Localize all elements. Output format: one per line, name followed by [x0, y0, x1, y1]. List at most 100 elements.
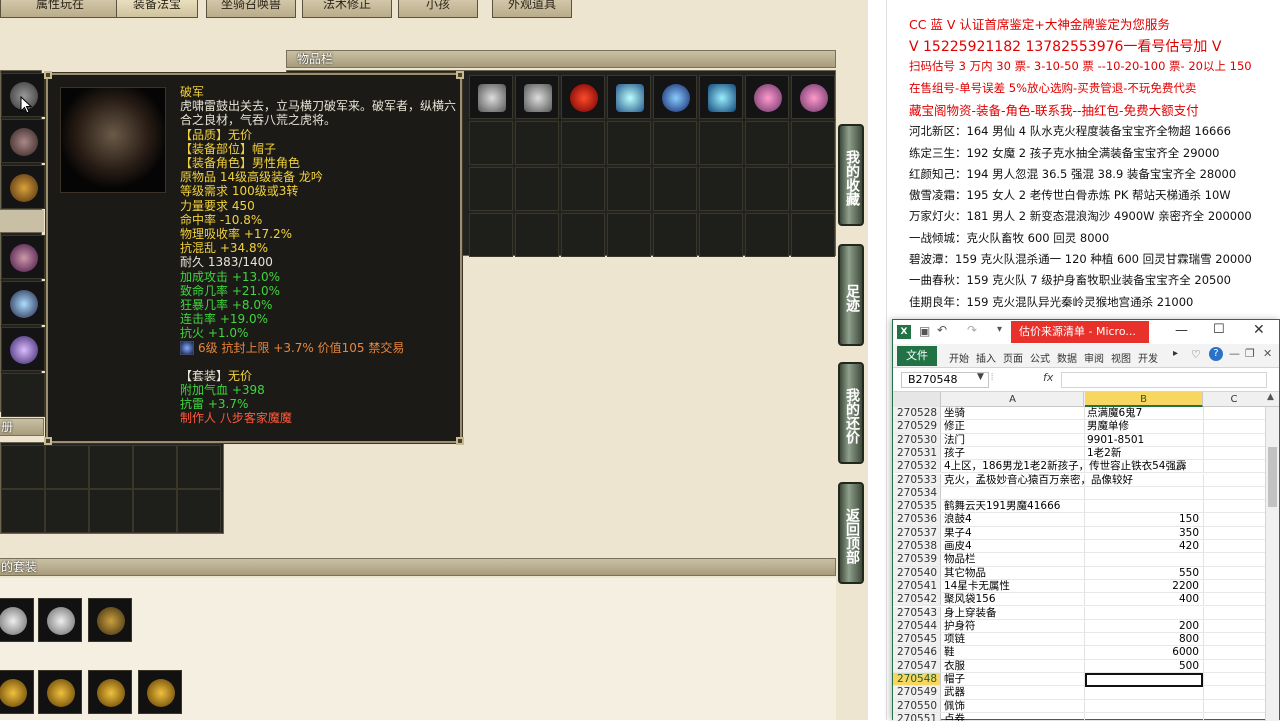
cell-a[interactable]: 身上穿装备 — [942, 607, 1084, 620]
storage-slot[interactable] — [45, 445, 89, 489]
column-header-c[interactable]: C — [1204, 392, 1264, 407]
ribbon-tab-formulas[interactable]: 公式 — [1030, 350, 1050, 365]
cell-a[interactable]: 坐骑 — [942, 407, 1084, 420]
inventory-slot[interactable] — [699, 167, 743, 211]
my-favorites-button[interactable]: 我的收藏 — [838, 124, 864, 226]
set-item-gold-1[interactable] — [0, 670, 34, 714]
ribbon-scroll-icon[interactable]: ▸ — [1173, 348, 1178, 359]
cell-b[interactable]: 350 — [1085, 527, 1203, 540]
minimize-icon[interactable]: — — [1175, 323, 1188, 338]
storage-slot[interactable] — [133, 445, 177, 489]
cell-a[interactable]: 14星卡无属性 — [942, 580, 1084, 593]
cell-b[interactable]: 男魔单修 — [1085, 420, 1203, 433]
inventory-slot[interactable] — [791, 167, 835, 211]
file-tab[interactable]: 文件 — [897, 346, 937, 366]
storage-slot[interactable] — [177, 489, 221, 533]
help-icon[interactable]: ? — [1209, 347, 1223, 361]
row-number[interactable]: 270530 — [893, 433, 941, 446]
equip-slot-accessory-3[interactable] — [1, 327, 45, 371]
maximize-icon[interactable]: ☐ — [1213, 322, 1225, 337]
cell-a[interactable]: 鞋 — [942, 646, 1084, 659]
cell-a[interactable]: 画皮4 — [942, 540, 1084, 553]
cell-b[interactable]: 800 — [1085, 633, 1203, 646]
inventory-slot[interactable] — [653, 167, 697, 211]
cell-b[interactable]: 400 — [1085, 593, 1203, 606]
ribbon-tab-view[interactable]: 视图 — [1111, 350, 1131, 365]
row-number[interactable]: 270544 — [893, 619, 941, 633]
cell-a[interactable]: 果子4 — [942, 527, 1084, 540]
inventory-slot[interactable] — [469, 121, 513, 165]
inventory-slot[interactable] — [791, 213, 835, 257]
inventory-slot[interactable] — [607, 121, 651, 165]
set-item-gold-3[interactable] — [88, 670, 132, 714]
row-number[interactable]: 270542 — [893, 593, 941, 606]
cell-a[interactable]: 修正 — [942, 420, 1084, 433]
name-box[interactable]: B270548 — [901, 372, 989, 388]
cell-a[interactable]: 浪鼓4 — [942, 513, 1084, 526]
tab-child[interactable]: 小孩 — [398, 0, 478, 18]
set-item-ring-2[interactable] — [38, 598, 82, 642]
cell-a[interactable]: 佩饰 — [942, 700, 1084, 713]
cell-b[interactable]: 150 — [1085, 513, 1203, 526]
ribbon-collapse-icon[interactable]: ♡ — [1191, 348, 1201, 361]
cell-b[interactable]: 200 — [1085, 620, 1203, 633]
inventory-slot-blue-crystal[interactable] — [653, 75, 697, 119]
inventory-slot[interactable] — [469, 213, 513, 257]
set-item-claw[interactable] — [88, 598, 132, 642]
set-item-gold-2[interactable] — [38, 670, 82, 714]
storage-slot[interactable] — [89, 445, 133, 489]
row-number[interactable]: 270537 — [893, 526, 941, 539]
ribbon-tab-developer[interactable]: 开发 — [1138, 350, 1158, 365]
row-number[interactable]: 270546 — [893, 646, 941, 659]
name-box-dropdown-icon[interactable]: ▼ — [977, 372, 984, 382]
inventory-slot-pink-orb-1[interactable] — [745, 75, 789, 119]
tab-spells[interactable]: 法术修正 — [302, 0, 392, 18]
row-number[interactable]: 270533 — [893, 473, 941, 486]
undo-icon[interactable]: ↶ — [937, 323, 947, 337]
inventory-slot[interactable] — [561, 167, 605, 211]
cell-a[interactable]: 孩子 — [942, 447, 1084, 460]
cell-b[interactable]: 550 — [1085, 567, 1203, 580]
save-icon[interactable]: ▣ — [919, 324, 930, 338]
inventory-slot[interactable] — [791, 121, 835, 165]
inventory-slot[interactable] — [607, 213, 651, 257]
cell-a[interactable]: 鹤舞云天191男魔41666 — [942, 500, 1084, 513]
cell-a[interactable]: 其它物品 — [942, 567, 1084, 580]
row-number[interactable]: 270548 — [893, 673, 941, 686]
inventory-slot[interactable] — [469, 167, 513, 211]
row-number[interactable]: 270528 — [893, 407, 941, 420]
storage-slot[interactable] — [177, 445, 221, 489]
row-number[interactable]: 270550 — [893, 699, 941, 712]
inventory-slot[interactable] — [699, 213, 743, 257]
row-number[interactable]: 270539 — [893, 553, 941, 566]
tab-appearance[interactable]: 外观道具 — [492, 0, 572, 18]
cell-b[interactable]: 2200 — [1085, 580, 1203, 593]
scroll-up-icon[interactable]: ▲ — [1267, 392, 1274, 402]
inventory-slot[interactable] — [653, 121, 697, 165]
formula-input[interactable] — [1061, 372, 1267, 388]
scrollbar-thumb[interactable] — [1268, 447, 1277, 507]
inventory-slot-ice-cube-2[interactable] — [699, 75, 743, 119]
storage-slot[interactable] — [1, 489, 45, 533]
inventory-slot[interactable] — [653, 213, 697, 257]
inventory-slot-ice-cube-1[interactable] — [607, 75, 651, 119]
row-number[interactable]: 270536 — [893, 513, 941, 526]
inventory-slot-axe-1[interactable] — [469, 75, 513, 119]
select-all-corner[interactable] — [893, 392, 941, 407]
storage-slot[interactable] — [45, 489, 89, 533]
inventory-slot-pink-orb-2[interactable] — [791, 75, 835, 119]
set-item-gold-4[interactable] — [138, 670, 182, 714]
equip-slot-accessory-2[interactable] — [1, 281, 45, 325]
row-number[interactable]: 270531 — [893, 446, 941, 460]
row-number[interactable]: 270529 — [893, 420, 941, 433]
quick-access-dropdown-icon[interactable]: ▾ — [997, 324, 1002, 335]
cell-a[interactable]: 法门 — [942, 434, 1084, 447]
row-number[interactable]: 270538 — [893, 540, 941, 553]
equip-slot-empty[interactable] — [1, 373, 45, 417]
inventory-slot[interactable] — [607, 167, 651, 211]
row-number[interactable]: 270535 — [893, 500, 941, 513]
vertical-scrollbar[interactable] — [1265, 407, 1279, 721]
storage-slot[interactable] — [89, 489, 133, 533]
inventory-slot[interactable] — [515, 121, 559, 165]
ribbon-tab-layout[interactable]: 页面 — [1003, 350, 1023, 365]
